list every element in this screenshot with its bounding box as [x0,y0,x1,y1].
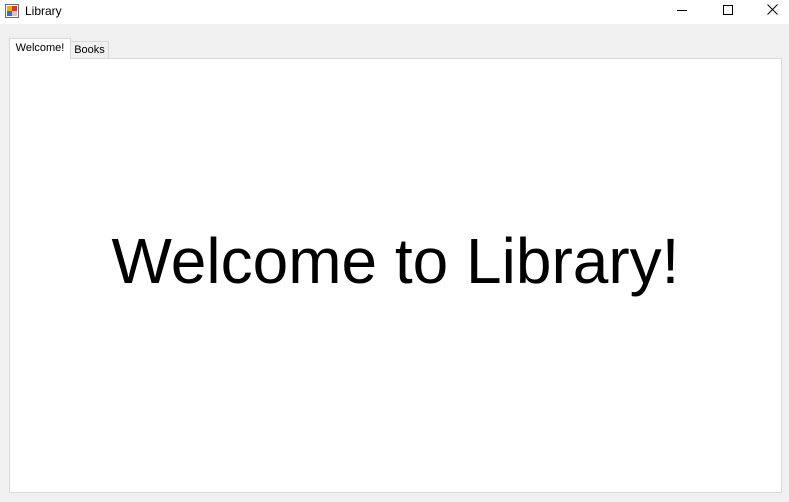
tab-welcome[interactable]: Welcome! [9,38,71,59]
close-icon [766,2,778,20]
welcome-message: Welcome to Library! [111,225,680,297]
welcome-tab-page: Welcome to Library! [9,58,782,493]
maximize-button[interactable] [705,0,751,22]
tab-label: Welcome! [15,42,65,54]
tab-strip: Welcome! Books [9,38,309,59]
title-bar[interactable]: Library [0,0,789,24]
window-title: Library [25,4,62,18]
maximize-icon [723,2,733,20]
minimize-button[interactable] [659,0,705,22]
application-icon[interactable] [5,4,19,18]
minimize-icon [677,2,687,20]
tab-books[interactable]: Books [71,41,109,59]
tab-label: Books [74,44,105,56]
close-button[interactable] [749,0,789,22]
